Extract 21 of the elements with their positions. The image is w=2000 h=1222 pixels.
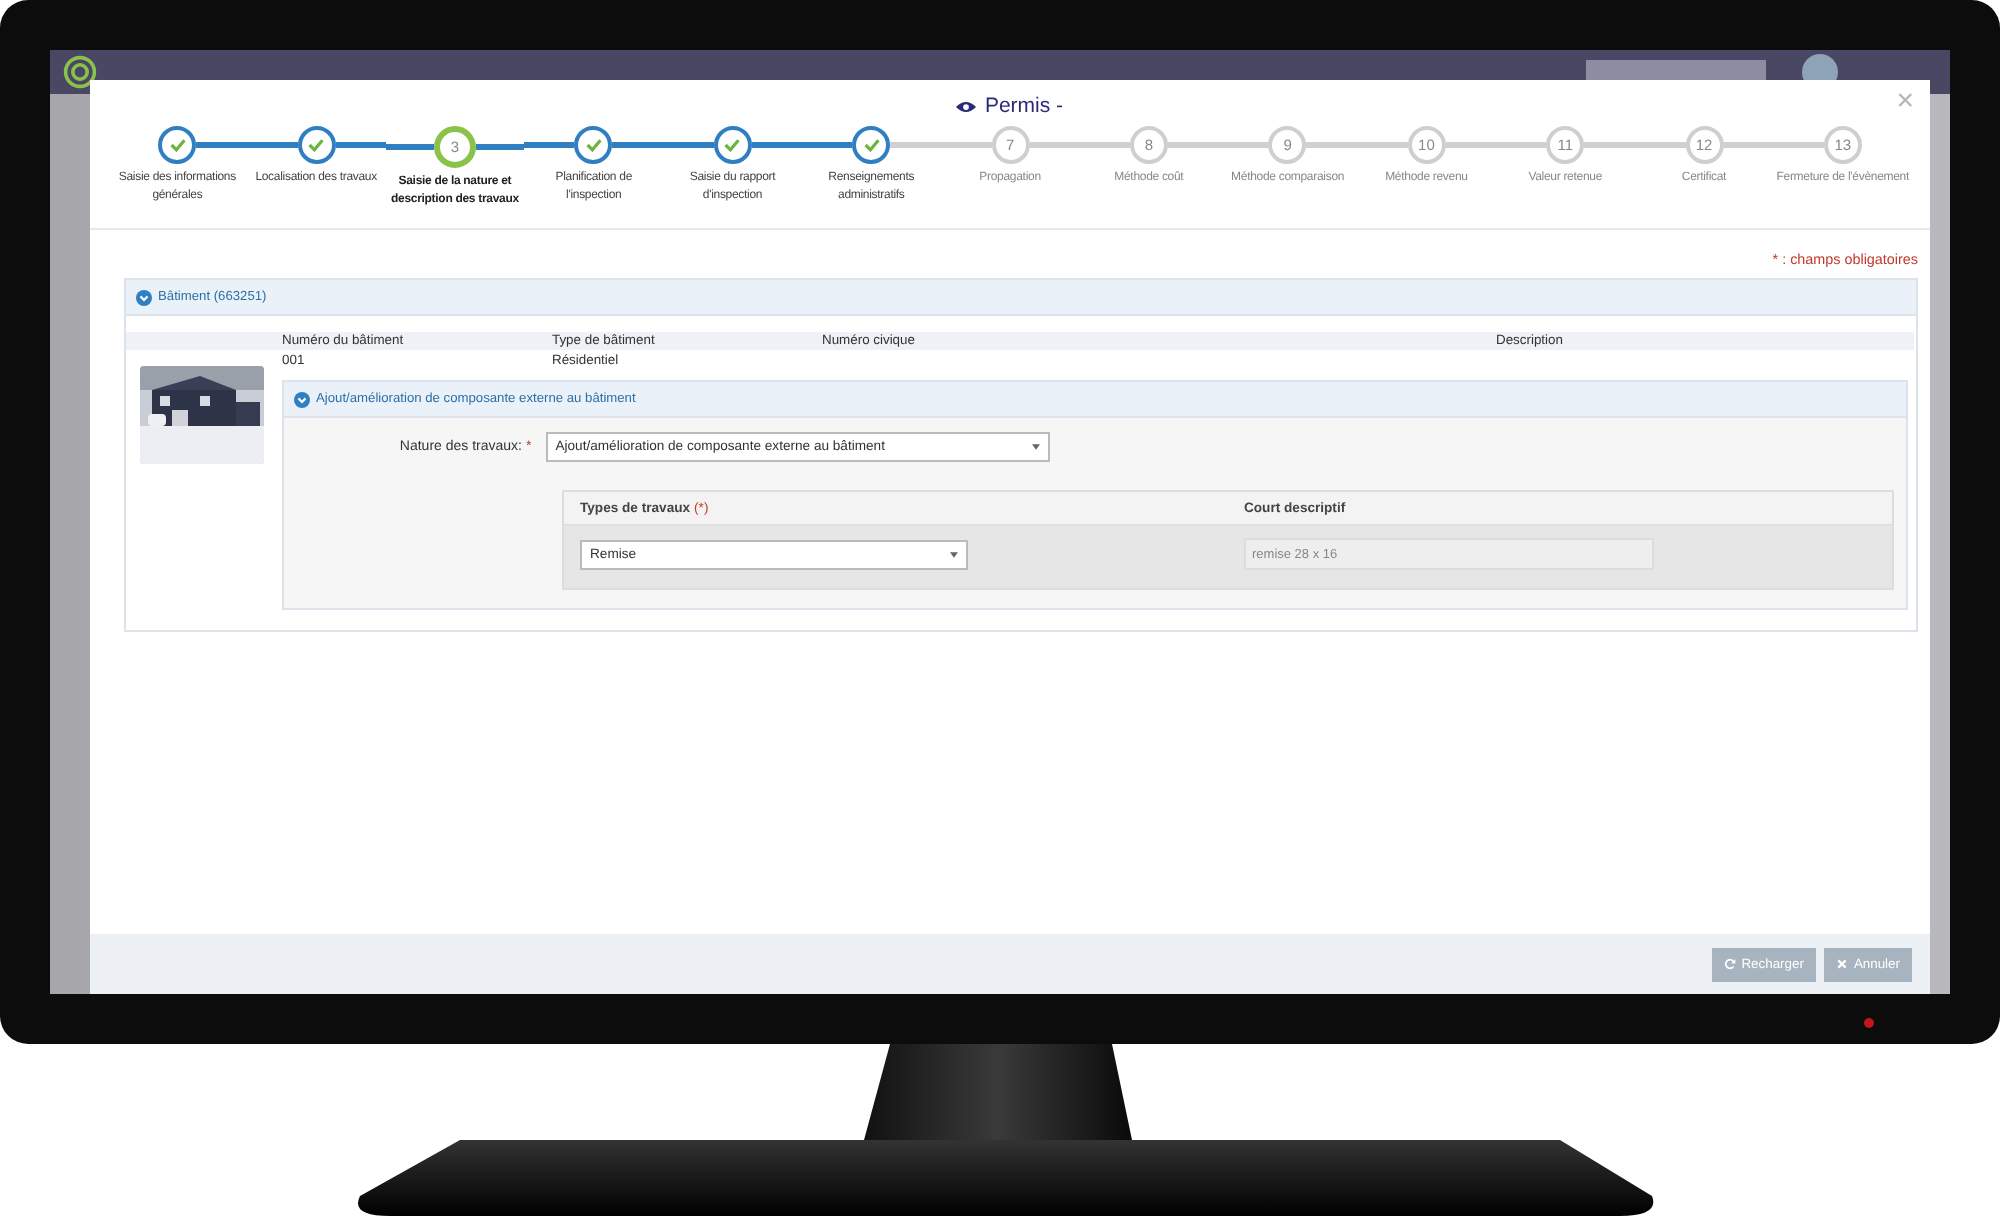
- check-icon: [169, 138, 186, 152]
- check-icon: [585, 138, 602, 152]
- check-icon: [724, 138, 741, 152]
- eye-icon: [956, 99, 977, 113]
- chevron-icon[interactable]: [294, 391, 310, 407]
- check-icon: [308, 138, 325, 152]
- step-circle[interactable]: [852, 126, 891, 164]
- modal-title: Permis -: [984, 94, 1064, 118]
- power-light: [1864, 1018, 1874, 1028]
- close-icon: [1835, 958, 1848, 970]
- step-circle[interactable]: [158, 126, 197, 164]
- refresh-icon: [1723, 958, 1736, 970]
- logo-icon: [62, 54, 98, 90]
- close-button[interactable]: ×: [1896, 86, 1914, 116]
- chevron-icon[interactable]: [136, 289, 152, 305]
- caret-icon: [950, 551, 958, 557]
- caret-icon: [1031, 444, 1040, 450]
- check-icon: [863, 138, 880, 152]
- step-circle[interactable]: [574, 126, 613, 164]
- step-circle[interactable]: [713, 126, 752, 164]
- step-circle[interactable]: [297, 126, 336, 164]
